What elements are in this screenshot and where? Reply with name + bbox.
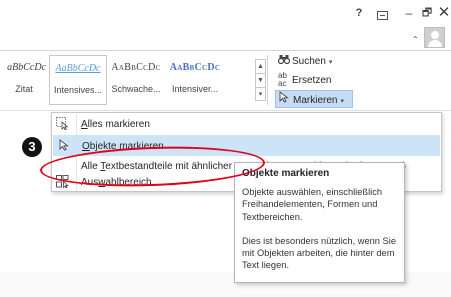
gallery-scroll-down-button[interactable]: ▼ — [256, 74, 265, 88]
select-all-icon — [55, 117, 70, 132]
replace-icon: ab ac — [278, 71, 287, 89]
style-schwache-referenz[interactable]: AaBbCcDc Schwache... — [108, 55, 164, 105]
style-name: Intensiver... — [171, 84, 219, 94]
select-label: Markieren — [293, 95, 338, 106]
style-zitat[interactable]: aBbCcDc Zitat — [0, 55, 48, 105]
gallery-more-button[interactable]: ▾ — [256, 88, 265, 102]
tooltip-paragraph: Dies ist besonders nützlich, wenn Sie mi… — [242, 235, 396, 271]
user-avatar[interactable] — [424, 27, 445, 48]
menu-item-select-all[interactable]: Alles markieren — [53, 114, 440, 135]
cursor-arrow-icon — [56, 139, 71, 154]
chevron-down-icon: ▾ — [328, 59, 333, 66]
restore-button[interactable]: 🗗 — [420, 4, 434, 22]
binoculars-icon — [277, 53, 292, 71]
editing-group: Suchen ▾ ab ac Ersetzen Markieren ▾ — [275, 51, 365, 109]
style-intensives-zitat[interactable]: AaBbCcDc Intensives... — [49, 55, 107, 105]
style-sample: aBbCcDc — [7, 62, 46, 73]
step-number-badge: 3 — [22, 137, 42, 157]
style-name: Zitat — [15, 84, 33, 94]
collapse-ribbon-icon[interactable]: ⌃ — [412, 35, 419, 44]
tooltip-title: Objekte markieren — [242, 168, 330, 179]
styles-gallery: aBbCcDc Zitat AaBbCcDc Intensives... AaB… — [0, 55, 268, 105]
close-button[interactable]: ✕ — [437, 4, 451, 22]
style-sample: AaBbCcDc — [169, 62, 221, 73]
menu-item-select-objects[interactable]: Objekte markieren — [53, 135, 440, 156]
style-name: Intensives... — [53, 85, 103, 95]
menu-item-label: Alles markieren — [81, 119, 150, 130]
title-bar: ? – 🗗 ✕ ⌃ — [0, 0, 451, 50]
style-sample: AaBbCcDc — [111, 62, 161, 73]
tooltip: Objekte markieren Objekte auswählen, ein… — [234, 162, 405, 283]
style-intensiver-verweis[interactable]: AaBbCcDc Intensiver... — [165, 55, 225, 105]
style-sample: AaBbCcDc — [55, 63, 101, 74]
ribbon: aBbCcDc Zitat AaBbCcDc Intensives... AaB… — [0, 50, 451, 109]
minimize-button[interactable]: – — [402, 4, 416, 22]
cursor-arrow-icon — [279, 91, 293, 110]
replace-label: Ersetzen — [292, 75, 332, 86]
gallery-scroll: ▲ ▼ ▾ — [255, 59, 266, 101]
help-button[interactable]: ? — [352, 4, 366, 22]
tooltip-paragraph: Objekte auswählen, einschließlich Freiha… — [242, 187, 383, 222]
select-button[interactable]: Markieren ▾ — [275, 90, 353, 108]
style-name: Schwache... — [111, 84, 161, 94]
replace-button[interactable]: ab ac Ersetzen — [275, 72, 331, 90]
ribbon-display-options-button[interactable] — [375, 4, 389, 22]
chevron-down-icon: ▾ — [340, 98, 344, 105]
selection-pane-icon — [55, 175, 70, 190]
gallery-scroll-up-button[interactable]: ▲ — [256, 60, 265, 74]
menu-item-label: Auswahlbereich... — [81, 177, 160, 188]
search-button[interactable]: Suchen ▾ — [275, 53, 332, 71]
ribbon-display-icon — [376, 11, 388, 20]
menu-item-label: Objekte markieren — [82, 141, 164, 152]
search-label: Suchen — [292, 56, 326, 67]
